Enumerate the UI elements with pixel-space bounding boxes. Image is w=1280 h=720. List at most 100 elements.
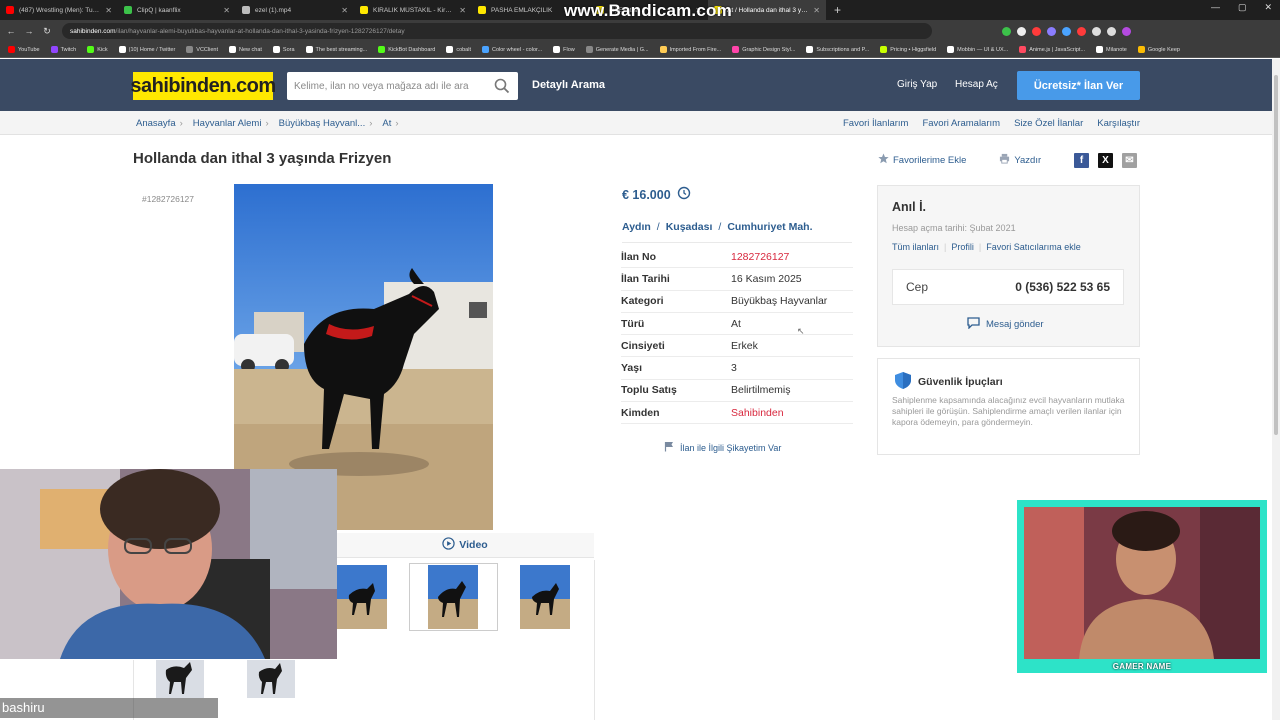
location-city[interactable]: Aydın bbox=[622, 221, 651, 233]
report-listing-link[interactable]: İlan ile İlgili Şikayetim Var bbox=[664, 441, 781, 454]
extension-icon[interactable] bbox=[1002, 26, 1011, 36]
email-icon[interactable]: ✉ bbox=[1122, 153, 1137, 168]
close-tab-icon[interactable]: ✕ bbox=[459, 6, 466, 15]
search-input[interactable] bbox=[294, 80, 489, 92]
location-district[interactable]: Kuşadası bbox=[666, 221, 713, 233]
bookmark-item[interactable]: The best streaming... bbox=[305, 46, 367, 53]
bookmark-item[interactable]: VCClient bbox=[186, 46, 218, 53]
bookmark-item[interactable]: Pricing • Higgsfield bbox=[880, 46, 936, 53]
extension-icon[interactable] bbox=[1062, 26, 1071, 36]
favorite-searches-link[interactable]: Favori Aramalarım bbox=[922, 118, 1000, 129]
video-tab[interactable]: Video bbox=[336, 533, 594, 558]
post-ad-button[interactable]: Ücretsiz* İlan Ver bbox=[1017, 71, 1140, 100]
breadcrumb-item[interactable]: Hayvanlar Alemi bbox=[193, 118, 262, 129]
bookmark-favicon-icon bbox=[186, 46, 194, 53]
bookmark-item[interactable]: New chat bbox=[228, 46, 262, 53]
detail-row: Toplu Satış Belirtilmemiş bbox=[621, 380, 853, 403]
page-scrollbar[interactable] bbox=[1272, 59, 1280, 720]
extension-icon[interactable] bbox=[1032, 26, 1041, 36]
price-history-icon[interactable] bbox=[677, 186, 691, 203]
add-favorite-button[interactable]: Favorilerime Ekle bbox=[878, 153, 966, 167]
breadcrumb-item[interactable]: Büyükbaş Hayvanl... bbox=[279, 118, 366, 129]
bookmark-item[interactable]: KickBot Dashboard bbox=[378, 46, 435, 53]
bookmark-item[interactable]: Graphic Design Styl... bbox=[732, 46, 795, 53]
gallery-thumbnail[interactable] bbox=[337, 565, 387, 629]
search-box bbox=[287, 72, 518, 100]
reload-icon[interactable]: ↻ bbox=[40, 26, 54, 37]
maximize-icon[interactable]: ▢ bbox=[1238, 2, 1247, 13]
extension-icon[interactable] bbox=[1077, 26, 1086, 36]
url-host: sahibinden.com bbox=[70, 27, 116, 35]
browser-tab[interactable]: KİRALIK MÜSTAKİL - Kiralık Villa✕ bbox=[354, 0, 472, 20]
profile-link[interactable]: Profili bbox=[951, 242, 974, 252]
site-logo[interactable]: sahibinden.com bbox=[130, 72, 276, 100]
detailed-search-link[interactable]: Detaylı Arama bbox=[532, 79, 605, 91]
seller-links: Tüm ilanları | Profili | Favori Satıcıları… bbox=[892, 242, 1081, 252]
gamer-webcam-overlay: GAMER NAME bbox=[1017, 500, 1267, 673]
bookmark-item[interactable]: Milanote bbox=[1096, 46, 1127, 53]
detail-row: İlan Tarihi 16 Kasım 2025 bbox=[621, 268, 853, 291]
bookmark-item[interactable]: Kick bbox=[87, 46, 108, 53]
bookmark-item[interactable]: Mobbin — UI & UX... bbox=[947, 46, 1008, 53]
browser-tab[interactable]: (487) Wrestling (Men): Turkish ✕ bbox=[0, 0, 118, 20]
breadcrumb-item[interactable]: Anasayfa bbox=[136, 118, 176, 129]
print-button[interactable]: Yazdır bbox=[999, 153, 1041, 167]
gallery-thumbnail[interactable] bbox=[247, 660, 295, 698]
login-link[interactable]: Giriş Yap bbox=[897, 79, 937, 90]
register-link[interactable]: Hesap Aç bbox=[955, 79, 998, 90]
listing-title: Hollanda dan ithal 3 yaşında Frizyen bbox=[133, 150, 392, 167]
compare-link[interactable]: Karşılaştır bbox=[1097, 118, 1140, 129]
extension-icon[interactable] bbox=[1047, 26, 1056, 36]
bookmark-favicon-icon bbox=[880, 46, 888, 53]
gallery-thumbnail[interactable] bbox=[520, 565, 570, 629]
back-icon[interactable]: ← bbox=[4, 26, 18, 36]
bookmark-item[interactable]: cobalt bbox=[446, 46, 471, 53]
gallery-thumbnail[interactable] bbox=[428, 565, 478, 629]
bookmark-item[interactable]: Imported From Fire... bbox=[659, 46, 721, 53]
favorite-listings-link[interactable]: Favori İlanlarım bbox=[843, 118, 908, 129]
favorite-seller-link[interactable]: Favori Satıcılarıma ekle bbox=[986, 242, 1081, 252]
phone-number[interactable]: 0 (536) 522 53 65 bbox=[1015, 280, 1110, 294]
extension-icon[interactable] bbox=[1017, 26, 1026, 36]
breadcrumb-item[interactable]: At bbox=[382, 118, 391, 129]
recommended-listings-link[interactable]: Size Özel İlanlar bbox=[1014, 118, 1083, 129]
browser-tab[interactable]: ezel (1).mp4 ✕ bbox=[236, 0, 354, 20]
bookmark-item[interactable]: Twitch bbox=[50, 46, 76, 53]
search-icon[interactable] bbox=[494, 78, 510, 99]
location-separator: / bbox=[718, 221, 722, 233]
bookmark-item[interactable]: Google Keep bbox=[1137, 46, 1180, 53]
send-message-button[interactable]: Mesaj gönder bbox=[967, 317, 1044, 332]
url-path: /ilan/hayvanlar-alemi-buyukbas-hayvanlar… bbox=[115, 27, 405, 35]
extension-icon[interactable] bbox=[1107, 26, 1116, 36]
bookmark-favicon-icon bbox=[585, 46, 593, 53]
bookmark-item[interactable]: Anime.js | JavaScript... bbox=[1019, 46, 1085, 53]
bookmark-item[interactable]: Subscriptions and P... bbox=[806, 46, 869, 53]
url-field[interactable]: sahibinden.com/ilan/hayvanlar-alemi-buyu… bbox=[62, 23, 932, 39]
x-twitter-icon[interactable]: X bbox=[1098, 153, 1113, 168]
bookmark-item[interactable]: Generate Media | G... bbox=[585, 46, 649, 53]
location-neighborhood[interactable]: Cumhuriyet Mah. bbox=[727, 221, 812, 233]
profile-avatar-icon[interactable] bbox=[1122, 26, 1131, 36]
close-tab-icon[interactable]: ✕ bbox=[105, 6, 112, 15]
bookmark-item[interactable]: (10) Home / Twitter bbox=[118, 46, 175, 53]
tab-favicon-icon bbox=[242, 6, 250, 14]
extension-icon[interactable] bbox=[1092, 26, 1101, 36]
bookmark-item[interactable]: YouTube bbox=[8, 46, 40, 53]
tab-favicon-icon bbox=[360, 6, 368, 14]
facebook-icon[interactable]: f bbox=[1074, 153, 1089, 168]
close-tab-icon[interactable]: ✕ bbox=[223, 6, 230, 15]
close-tab-icon[interactable]: ✕ bbox=[813, 6, 820, 15]
scrollbar-thumb[interactable] bbox=[1274, 75, 1278, 435]
minimize-icon[interactable]: — bbox=[1211, 2, 1220, 13]
new-tab-button[interactable]: + bbox=[826, 3, 849, 17]
close-window-icon[interactable]: ✕ bbox=[1264, 2, 1272, 13]
bookmark-item[interactable]: Sora bbox=[272, 46, 295, 53]
gallery-thumbnail[interactable] bbox=[156, 660, 204, 698]
close-tab-icon[interactable]: ✕ bbox=[341, 6, 348, 15]
bookmark-item[interactable]: Color wheel - color... bbox=[482, 46, 542, 53]
forward-icon[interactable]: → bbox=[22, 26, 36, 36]
bookmark-item[interactable]: Flow bbox=[553, 46, 575, 53]
webcam-image bbox=[0, 469, 337, 659]
all-listings-link[interactable]: Tüm ilanları bbox=[892, 242, 939, 252]
browser-tab[interactable]: ClipQ | kaanflix ✕ bbox=[118, 0, 236, 20]
